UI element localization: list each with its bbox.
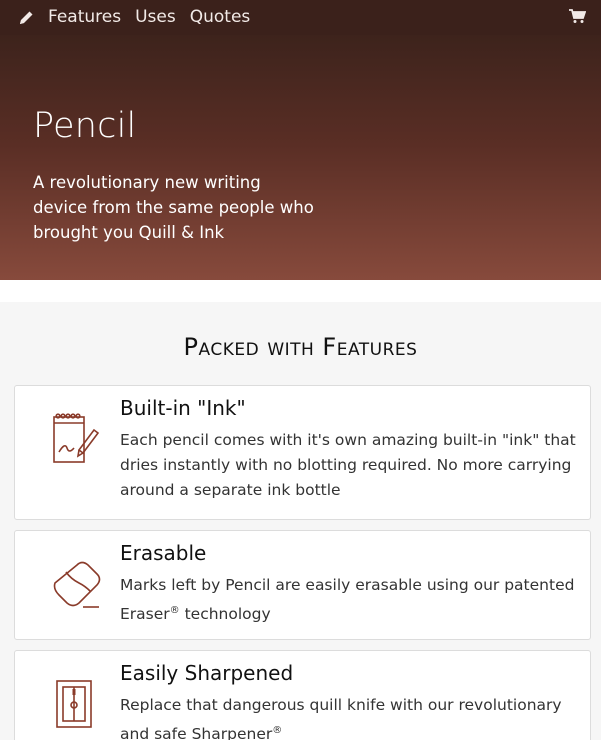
section-divider xyxy=(0,280,601,302)
pencil-icon[interactable] xyxy=(18,9,35,26)
feature-card-erasable: Erasable Marks left by Pencil are easily… xyxy=(14,530,591,640)
nav-link-uses[interactable]: Uses xyxy=(135,0,176,35)
feature-description: Replace that dangerous quill knife with … xyxy=(120,696,562,740)
notepad-pencil-icon xyxy=(49,412,103,468)
sharpener-icon xyxy=(49,675,103,731)
features-heading: Packed with Features xyxy=(183,333,418,361)
feature-description: Each pencil comes with it's own amazing … xyxy=(120,431,576,499)
feature-description: Marks left by Pencil are easily erasable… xyxy=(120,576,575,624)
eraser-icon xyxy=(49,555,103,611)
cart-icon[interactable] xyxy=(569,9,587,24)
feature-card-ink: Built-in "Ink" Each pencil comes with it… xyxy=(14,385,591,520)
hero-subtitle: A revolutionary new writing device from … xyxy=(33,173,314,242)
nav-link-quotes[interactable]: Quotes xyxy=(190,0,251,35)
feature-title: Erasable xyxy=(120,541,207,565)
nav-link-features[interactable]: Features xyxy=(48,0,121,35)
top-navbar: Features Uses Quotes xyxy=(0,0,601,35)
feature-title: Easily Sharpened xyxy=(120,661,294,685)
hero-title: Pencil xyxy=(33,106,137,146)
hero-banner: Pencil A revolutionary new writing devic… xyxy=(0,35,601,280)
feature-card-sharpened: Easily Sharpened Replace that dangerous … xyxy=(14,650,591,740)
feature-title: Built-in "Ink" xyxy=(120,396,246,420)
